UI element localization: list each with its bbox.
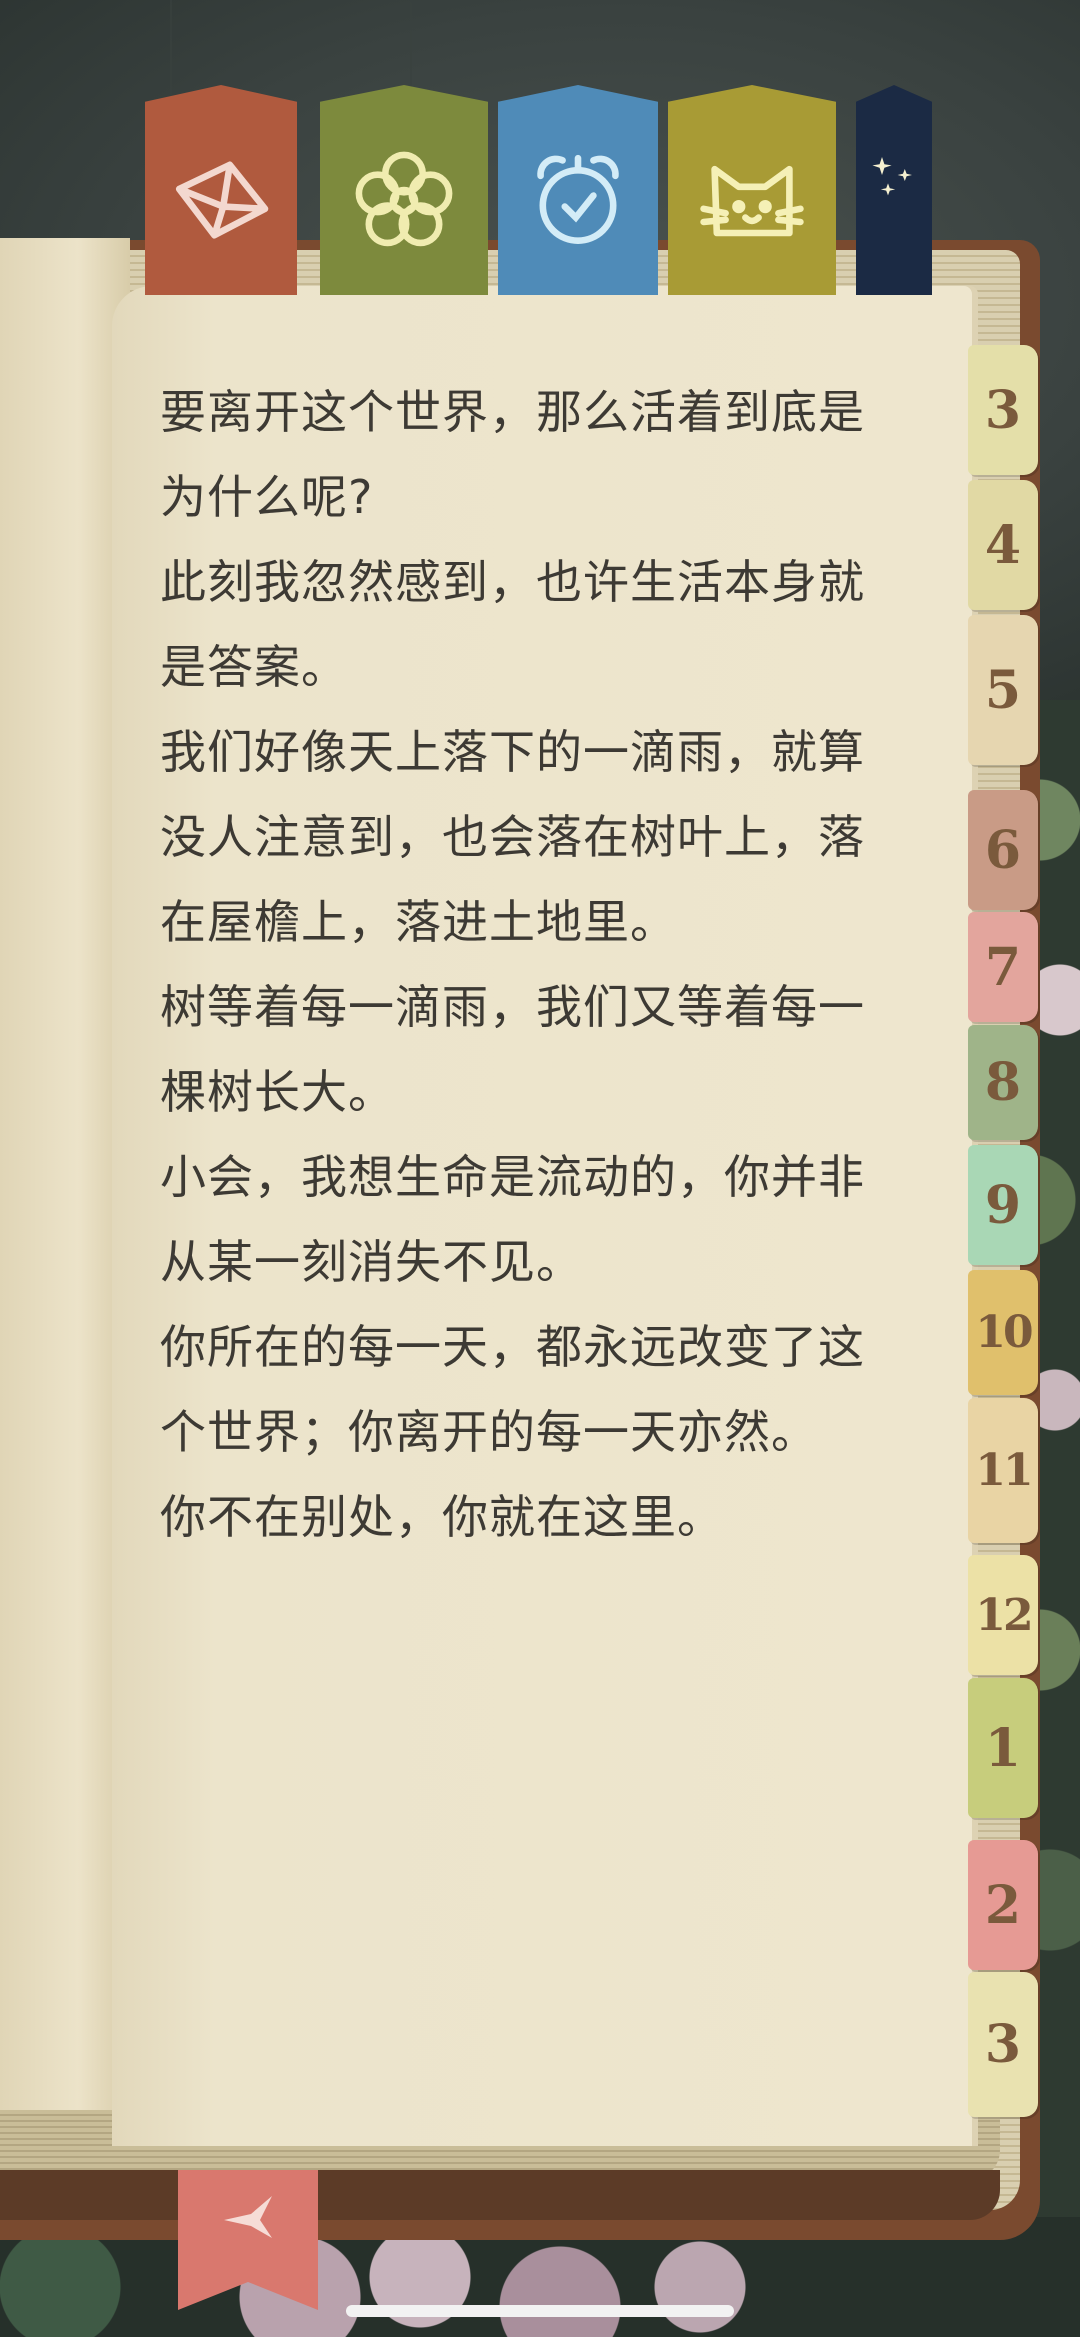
home-indicator[interactable] bbox=[346, 2305, 734, 2317]
alarm-clock-icon bbox=[537, 154, 619, 244]
paragraph: 要离开这个世界，那么活着到底是为什么呢? bbox=[160, 385, 865, 524]
stars-icon bbox=[872, 157, 912, 196]
bookmark-flower[interactable] bbox=[320, 85, 488, 295]
paragraph: 树等着每一滴雨，我们又等着每一棵树长大。 bbox=[160, 980, 865, 1119]
month-tab-11[interactable]: 11 bbox=[968, 1398, 1038, 1543]
month-tab-7[interactable]: 7 bbox=[968, 912, 1038, 1022]
bookmark-stars[interactable] bbox=[856, 85, 932, 295]
month-tab-8[interactable]: 8 bbox=[968, 1025, 1038, 1140]
cat-icon bbox=[700, 165, 804, 237]
month-tab-10[interactable]: 10 bbox=[968, 1270, 1038, 1395]
bookmark-mail[interactable] bbox=[145, 85, 297, 295]
envelope-icon bbox=[175, 161, 269, 239]
left-page bbox=[0, 238, 130, 2128]
month-tab-6[interactable]: 6 bbox=[968, 790, 1038, 910]
paragraph: 你所在的每一天，都永远改变了这个世界；你离开的每一天亦然。 bbox=[160, 1320, 865, 1459]
paragraph: 你不在别处，你就在这里。 bbox=[160, 1490, 724, 1544]
month-tab-4[interactable]: 4 bbox=[968, 480, 1038, 610]
bookmark-clock[interactable] bbox=[498, 85, 658, 295]
month-tab-3-next[interactable]: 3 bbox=[968, 1972, 1038, 2117]
bird-icon bbox=[224, 2196, 272, 2238]
month-tab-9[interactable]: 9 bbox=[968, 1145, 1038, 1265]
flower-icon bbox=[355, 151, 453, 247]
month-tab-2[interactable]: 2 bbox=[968, 1840, 1038, 1970]
bookmark-cat[interactable] bbox=[668, 85, 836, 295]
paragraph: 我们好像天上落下的一滴雨，就算没人注意到，也会落在树叶上，落在屋檐上，落进土地里… bbox=[160, 725, 865, 949]
paragraph: 此刻我忽然感到，也许生活本身就是答案。 bbox=[160, 555, 865, 694]
paragraph: 小会，我想生命是流动的，你并非从某一刻消失不见。 bbox=[160, 1150, 865, 1289]
book-base bbox=[0, 2170, 1000, 2220]
page-text: 要离开这个世界，那么活着到底是为什么呢? 此刻我忽然感到，也许生活本身就是答案。… bbox=[160, 370, 900, 1560]
month-tab-1[interactable]: 1 bbox=[968, 1678, 1038, 1818]
month-tab-12[interactable]: 12 bbox=[968, 1555, 1038, 1675]
month-tab-5[interactable]: 5 bbox=[968, 615, 1038, 765]
month-tab-3[interactable]: 3 bbox=[968, 345, 1038, 475]
